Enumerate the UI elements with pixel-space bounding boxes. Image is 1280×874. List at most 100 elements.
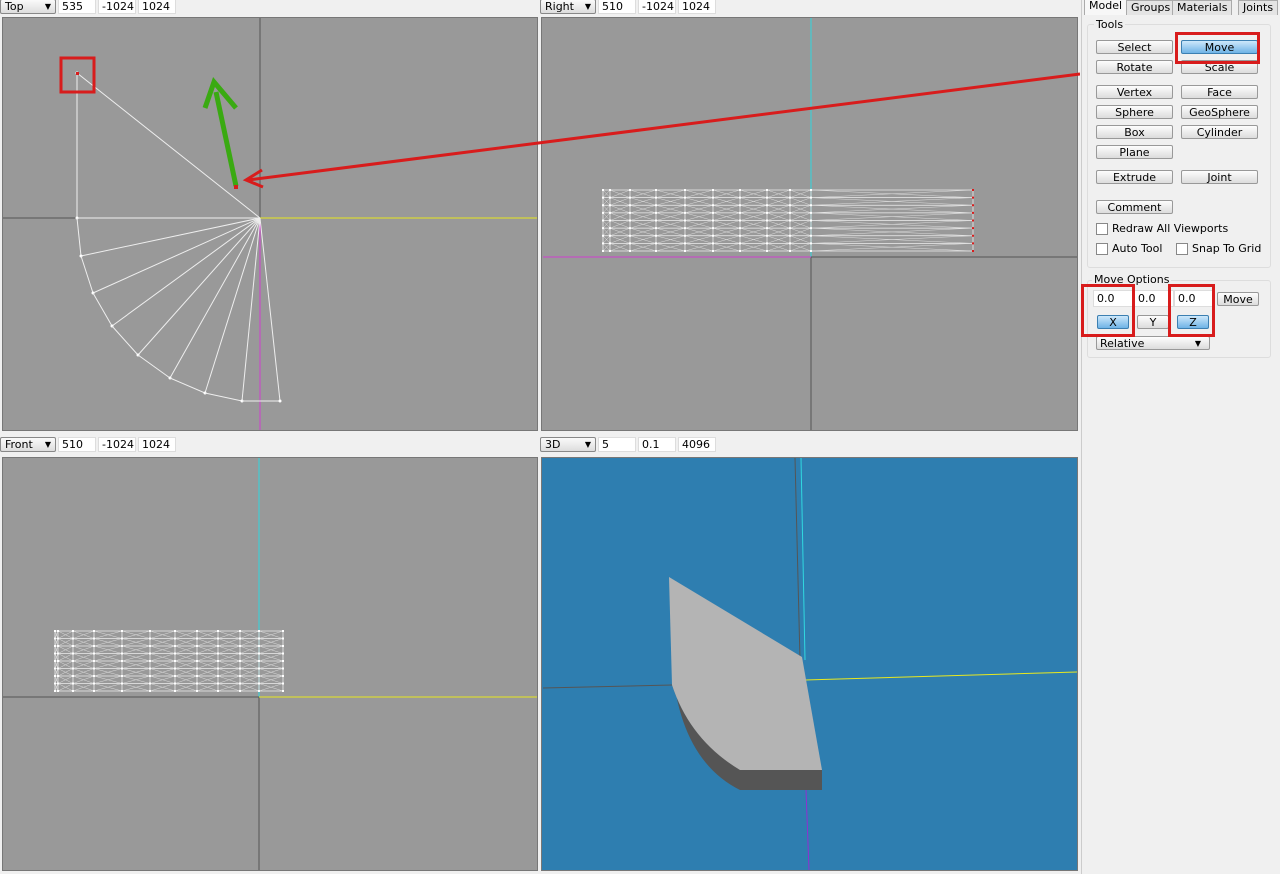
red-arrow <box>247 72 1080 182</box>
vertex <box>57 637 59 640</box>
vertex <box>258 660 260 662</box>
vertex <box>72 667 74 670</box>
vertex <box>72 652 74 655</box>
vertex <box>739 189 741 191</box>
vertex <box>629 227 631 230</box>
vertex <box>217 652 219 655</box>
vertex <box>174 645 176 647</box>
vertex <box>602 189 604 191</box>
vertex <box>149 675 151 677</box>
vertex <box>121 652 123 655</box>
plane-button[interactable]: Plane <box>1096 145 1173 159</box>
vertex <box>217 675 219 677</box>
vertex <box>149 630 151 632</box>
select-button[interactable]: Select <box>1096 40 1173 54</box>
vertex <box>972 189 974 191</box>
vertex <box>766 250 768 252</box>
vertex <box>93 637 95 640</box>
move-apply-button[interactable]: Move <box>1217 292 1259 306</box>
auto-tool-checkbox[interactable]: Auto Tool <box>1096 242 1162 255</box>
vertex <box>217 690 219 692</box>
vertex <box>239 682 241 685</box>
tab-materials[interactable]: Materials <box>1172 0 1233 15</box>
wire-edge <box>137 354 171 379</box>
vertex <box>655 219 657 222</box>
vertex <box>684 204 686 207</box>
vertex <box>258 630 260 632</box>
vertex <box>739 204 741 207</box>
vertex <box>629 189 631 191</box>
redraw-all-checkbox[interactable]: Redraw All Viewports <box>1096 222 1228 235</box>
vertex <box>739 211 741 214</box>
vertex <box>609 204 611 207</box>
vertex <box>602 219 604 222</box>
vertex <box>121 690 123 692</box>
vertex <box>258 652 260 655</box>
cylinder-button[interactable]: Cylinder <box>1181 125 1258 139</box>
wire-edge <box>76 217 82 257</box>
vertex <box>174 667 176 670</box>
joint-button[interactable]: Joint <box>1181 170 1258 184</box>
vertex <box>93 675 95 677</box>
checkbox-icon <box>1176 242 1188 255</box>
vertex <box>72 682 74 685</box>
vertex <box>609 227 611 230</box>
vertex <box>712 196 714 199</box>
tab-model[interactable]: Model <box>1084 0 1128 15</box>
rotate-button[interactable]: Rotate <box>1096 60 1173 74</box>
axis-line <box>805 789 810 871</box>
vertex <box>149 690 151 692</box>
y-axis-toggle[interactable]: Y <box>1137 315 1169 329</box>
vertex <box>149 682 151 685</box>
vertex <box>766 196 768 199</box>
vertex <box>217 630 219 632</box>
vertex <box>789 227 791 230</box>
vertex <box>121 630 123 632</box>
geosphere-button[interactable]: GeoSphere <box>1181 105 1258 119</box>
checkbox-icon <box>1096 222 1108 235</box>
vertex <box>57 652 59 655</box>
vertex <box>712 250 714 252</box>
vertex <box>258 675 260 677</box>
vertex <box>174 637 176 640</box>
vertex <box>174 652 176 655</box>
comment-button[interactable]: Comment <box>1096 200 1173 214</box>
vertex <box>684 234 686 237</box>
vertex <box>196 630 198 632</box>
vertex <box>972 196 974 199</box>
tab-joints[interactable]: Joints <box>1238 0 1279 15</box>
vertex <box>217 667 219 670</box>
mode-select[interactable]: Relative ▼ <box>1096 336 1210 350</box>
snap-to-grid-checkbox[interactable]: Snap To Grid <box>1176 242 1261 255</box>
vertex <box>239 630 241 632</box>
vertex <box>972 211 974 214</box>
vertex <box>712 204 714 207</box>
wire-edge <box>137 217 261 356</box>
vertex <box>766 234 768 237</box>
vertex <box>766 219 768 222</box>
vertex <box>766 211 768 214</box>
box-button[interactable]: Box <box>1096 125 1173 139</box>
vertex <box>789 219 791 222</box>
vertex <box>712 219 714 222</box>
vertex <box>258 645 260 647</box>
tab-groups[interactable]: Groups <box>1126 0 1176 15</box>
vertex <box>149 645 151 647</box>
vertex <box>174 690 176 692</box>
vertex <box>602 211 604 214</box>
face-button[interactable]: Face <box>1181 85 1258 99</box>
vertex-button[interactable]: Vertex <box>1096 85 1173 99</box>
vertex <box>766 189 768 191</box>
vertex <box>655 189 657 191</box>
vertex <box>629 234 631 237</box>
vertex <box>282 690 284 692</box>
sphere-button[interactable]: Sphere <box>1096 105 1173 119</box>
vertex <box>972 204 974 207</box>
vertex <box>258 690 260 692</box>
extrude-button[interactable]: Extrude <box>1096 170 1173 184</box>
wire-edge <box>259 217 281 402</box>
vertex <box>93 645 95 647</box>
vertex <box>972 250 974 252</box>
vertex <box>72 630 74 632</box>
vertex <box>54 660 56 662</box>
